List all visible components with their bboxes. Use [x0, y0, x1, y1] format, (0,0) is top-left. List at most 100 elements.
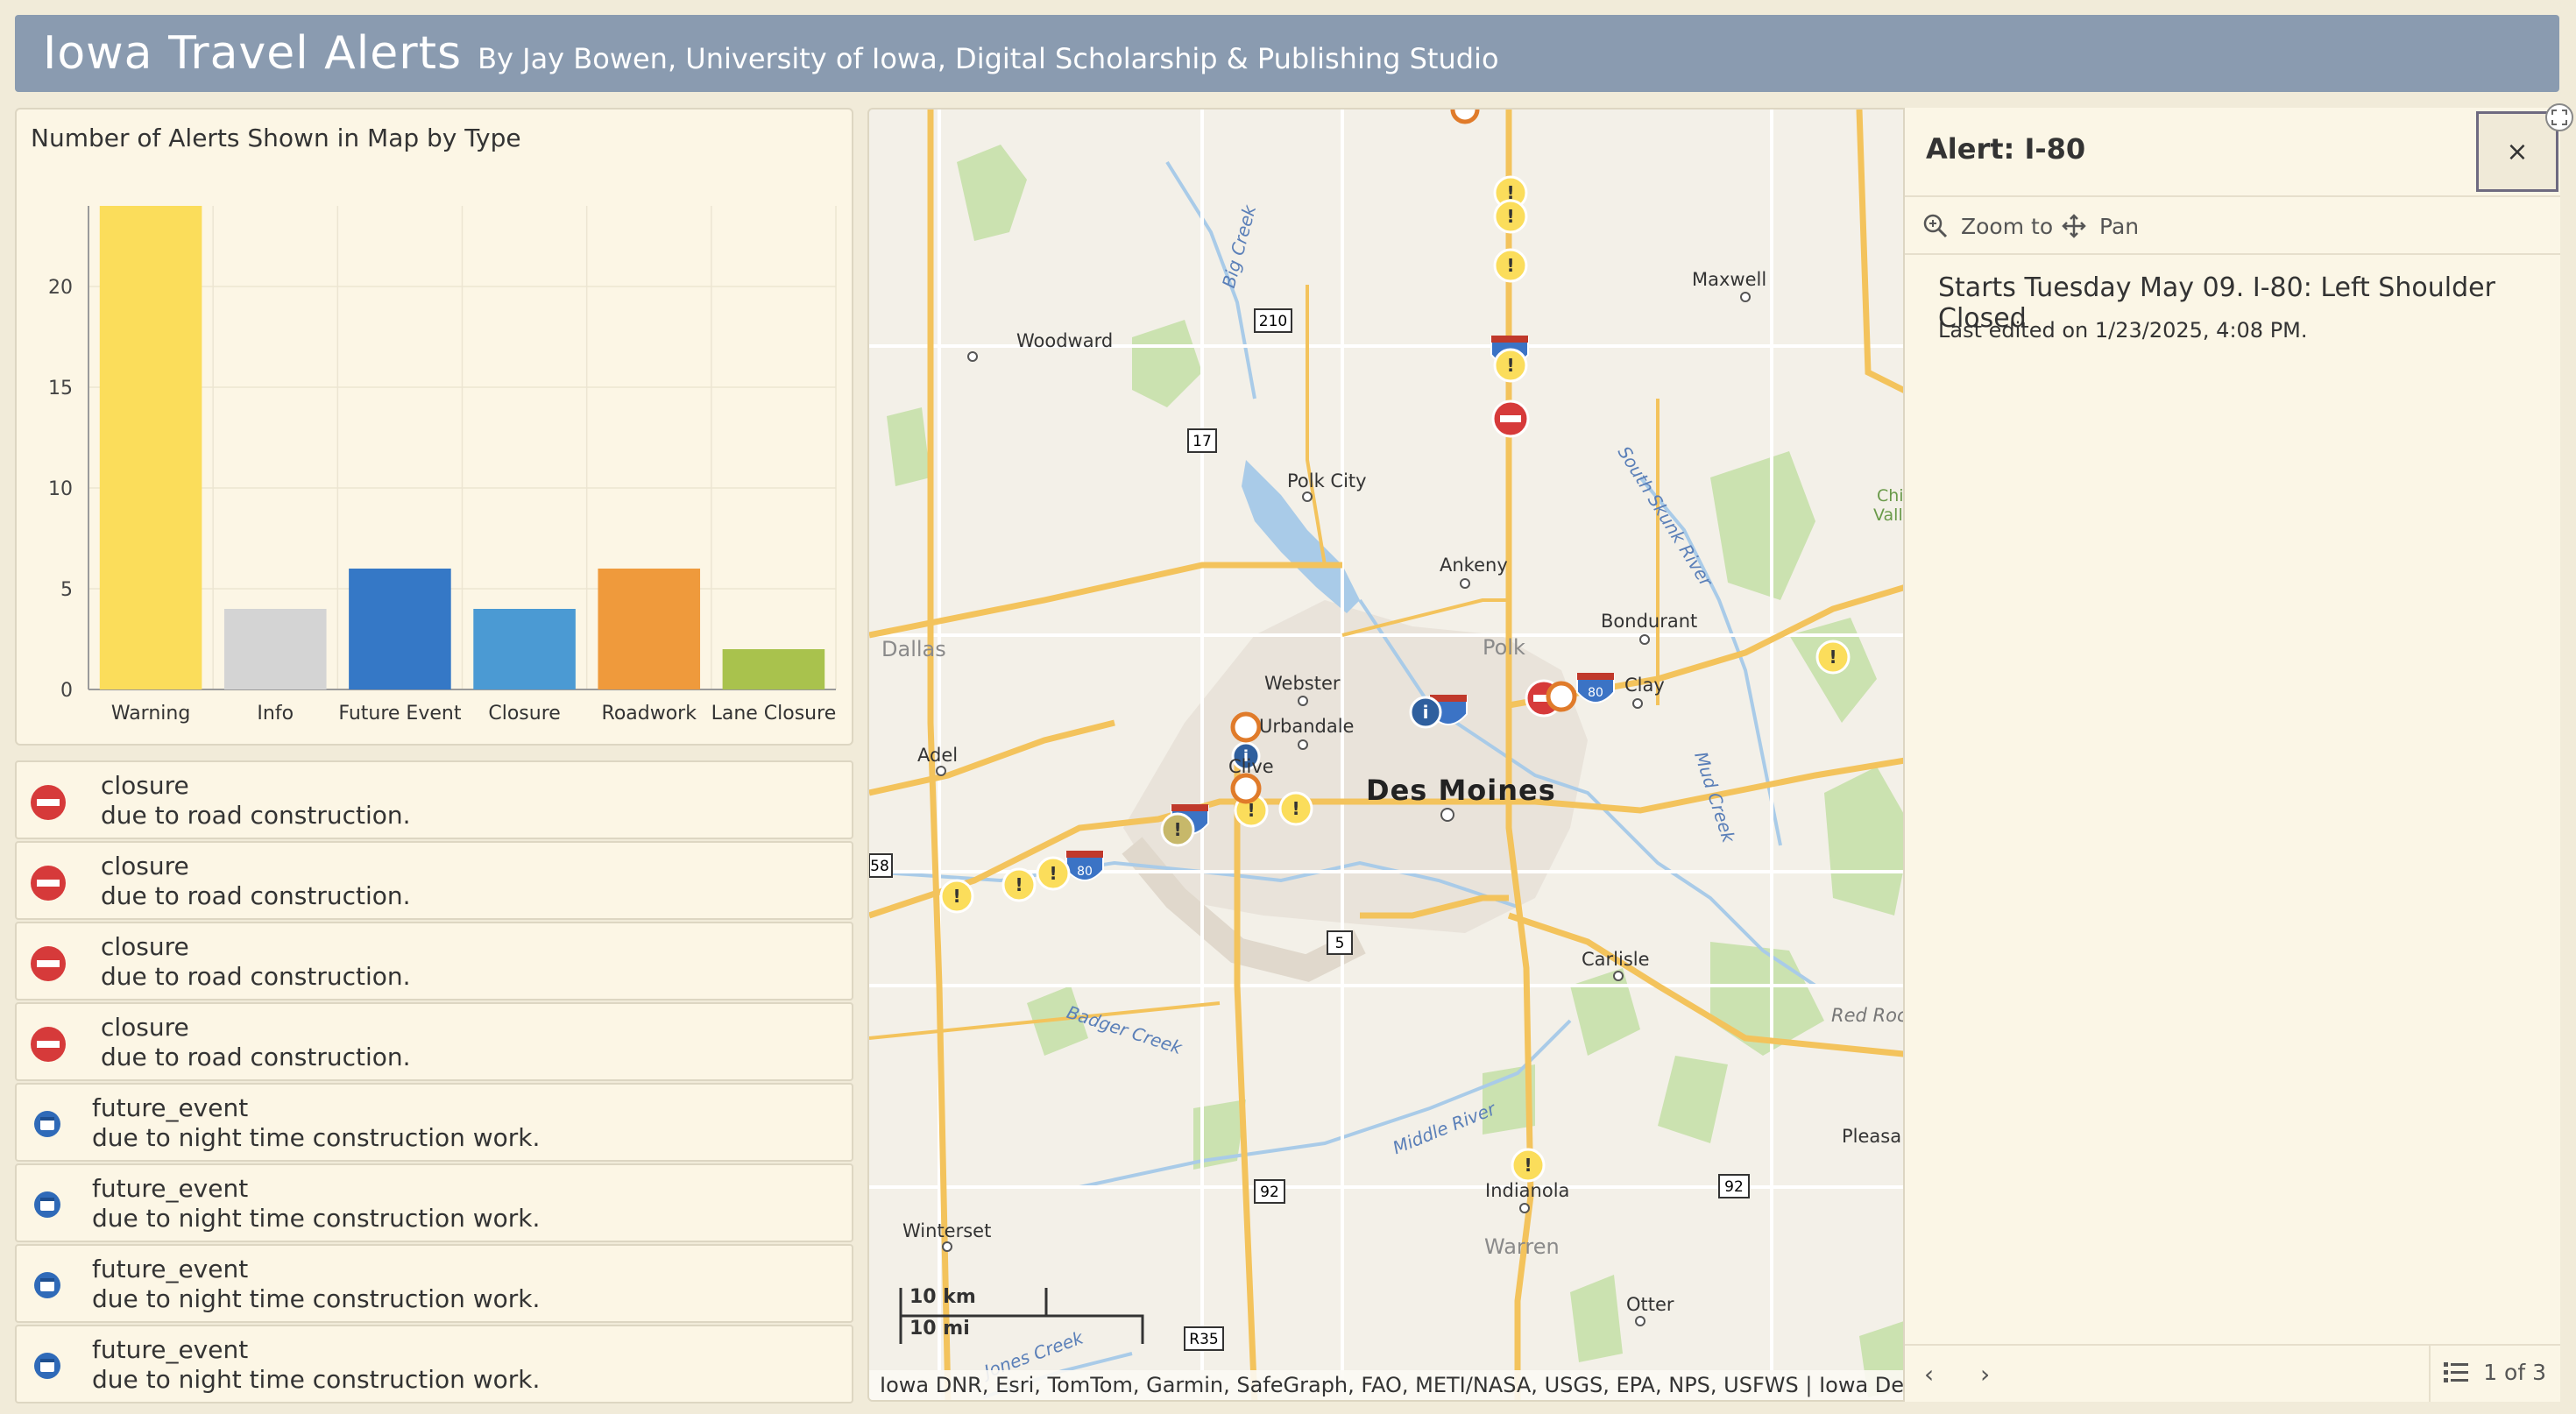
y-tick-label: 15: [48, 378, 73, 399]
map-basemap: 210 17 5 92 92 58 R35 80 80 ! ! ! ! ! ! …: [869, 110, 1917, 1400]
popup-toolbar: Zoom to Pan: [1905, 195, 2560, 255]
y-tick-label: 20: [48, 277, 73, 299]
place-carlisle: Carlisle: [1582, 949, 1650, 970]
pager-text: 1 of 3: [2483, 1360, 2546, 1385]
place-warren-county: Warren: [1484, 1234, 1560, 1259]
scale-bar: 10 km 10 mi: [897, 1281, 1160, 1351]
feature-pager[interactable]: 1 of 3: [2443, 1360, 2546, 1385]
alert-type-label: future_event: [92, 1255, 249, 1283]
shield-58: 58: [870, 858, 889, 875]
place-dallas-county: Dallas: [881, 637, 946, 661]
alert-list-item[interactable]: future_event due to night time constructi…: [15, 1244, 853, 1323]
scale-km: 10 km: [909, 1286, 976, 1308]
x-tick-label: Roadwork: [602, 703, 697, 725]
next-feature-button[interactable]: ›: [1980, 1360, 1990, 1389]
alert-popup: Alert: I-80 × Zoom to Pan Starts Tuesday…: [1903, 108, 2560, 1402]
app-subtitle: By Jay Bowen, University of Iowa, Digita…: [478, 42, 1499, 75]
alert-list-item[interactable]: future_event due to night time constructi…: [15, 1325, 853, 1403]
alert-description: due to night time construction work.: [92, 1365, 541, 1394]
calendar-icon: [34, 1111, 60, 1137]
bar-info[interactable]: [223, 609, 327, 689]
zoom-to-label: Zoom to: [1961, 213, 2054, 239]
place-red-rock: Red Roc: [1831, 1005, 1907, 1026]
app-title: Iowa Travel Alerts: [43, 27, 463, 80]
previous-feature-button[interactable]: ‹: [1924, 1360, 1934, 1389]
alert-type-label: closure: [101, 771, 189, 800]
svg-text:!: !: [1524, 1155, 1532, 1176]
bar-roadwork[interactable]: [598, 569, 701, 689]
calendar-icon: [34, 1353, 60, 1379]
alert-description: due to road construction.: [101, 962, 411, 991]
svg-text:i: i: [1423, 702, 1429, 723]
pan-label: Pan: [2099, 213, 2140, 239]
closure-icon: [31, 946, 66, 981]
place-adel: Adel: [917, 745, 959, 766]
place-bondurant: Bondurant: [1601, 611, 1698, 632]
alert-type-label: future_event: [92, 1174, 249, 1203]
alert-description: due to night time construction work.: [92, 1123, 541, 1152]
calendar-icon: [34, 1272, 60, 1298]
bar-closure[interactable]: [473, 609, 576, 689]
popup-title: Alert: I-80: [1926, 132, 2086, 166]
map-view[interactable]: 210 17 5 92 92 58 R35 80 80 ! ! ! ! ! ! …: [867, 108, 1919, 1402]
alert-description: due to night time construction work.: [92, 1204, 541, 1233]
svg-text:!: !: [1829, 647, 1836, 668]
interstate-80b-label: 80: [1588, 686, 1603, 700]
place-clay: Clay: [1624, 675, 1665, 696]
bar-chart: 0 5 10 15 20 Warning Info Future Event Closure Ro…: [48, 206, 837, 725]
y-tick-label: 10: [48, 478, 73, 500]
bar-warning[interactable]: [99, 206, 202, 689]
closure-icon: [31, 866, 66, 901]
scale-mi: 10 mi: [909, 1318, 970, 1340]
bar-future-event[interactable]: [349, 569, 451, 689]
alert-list-item[interactable]: closure due to road construction.: [15, 760, 853, 839]
svg-text:!: !: [1506, 355, 1514, 376]
x-tick-label: Future Event: [338, 703, 461, 725]
bar-lane-closure[interactable]: [722, 649, 825, 689]
interstate-80-label: 80: [1077, 865, 1093, 879]
x-tick-label: Lane Closure: [711, 703, 837, 725]
alert-list-item[interactable]: closure due to road construction.: [15, 922, 853, 1000]
place-vall: Vall: [1873, 506, 1903, 525]
closure-icon: [31, 785, 66, 820]
alert-description: due to road construction.: [101, 801, 411, 830]
alert-description: due to night time construction work.: [92, 1284, 541, 1313]
place-urbandale: Urbandale: [1259, 716, 1355, 737]
x-tick-label: Warning: [111, 703, 190, 725]
svg-text:!: !: [952, 886, 960, 907]
popup-last-edited: Last edited on 1/23/2025, 4:08 PM.: [1938, 318, 2308, 343]
shield-92a: 92: [1260, 1184, 1279, 1201]
zoom-to-button[interactable]: Zoom to: [1922, 213, 2053, 239]
alert-type-label: closure: [101, 932, 189, 961]
shield-r35: R35: [1189, 1331, 1218, 1348]
x-tick-label: Info: [257, 703, 294, 725]
svg-text:!: !: [1173, 819, 1181, 840]
alert-description: due to road construction.: [101, 881, 411, 910]
alert-list-item[interactable]: future_event due to night time constructi…: [15, 1163, 853, 1242]
shield-210: 210: [1259, 313, 1287, 330]
alert-list: closure due to road construction. closure d…: [15, 760, 853, 1403]
map-attribution[interactable]: Iowa DNR, Esri, TomTom, Garmin, SafeGrap…: [869, 1370, 1917, 1400]
alert-list-item[interactable]: closure due to road construction.: [15, 841, 853, 920]
list-icon: [2444, 1361, 2469, 1382]
place-pleasa: Pleasa: [1842, 1126, 1902, 1147]
calendar-icon: [34, 1191, 60, 1218]
pan-icon: [2062, 214, 2086, 238]
alert-list-item[interactable]: closure due to road construction.: [15, 1002, 853, 1081]
pan-button[interactable]: Pan: [2061, 213, 2139, 239]
alert-type-label: future_event: [92, 1335, 249, 1364]
svg-text:!: !: [1292, 798, 1299, 819]
place-chi: Chi: [1877, 486, 1904, 506]
expand-icon[interactable]: [2544, 103, 2574, 132]
place-ankeny: Ankeny: [1440, 555, 1508, 576]
place-polk-county: Polk: [1483, 635, 1525, 660]
place-clive: Clive: [1228, 756, 1274, 777]
alert-type-label: future_event: [92, 1093, 249, 1122]
zoom-icon: [1923, 214, 1948, 238]
shield-17: 17: [1192, 433, 1212, 450]
place-maxwell: Maxwell: [1692, 269, 1767, 290]
y-tick-label: 5: [60, 579, 73, 601]
alert-list-item[interactable]: future_event due to night time constructi…: [15, 1083, 853, 1162]
place-polk-city: Polk City: [1287, 470, 1367, 491]
close-icon: ×: [2506, 136, 2529, 167]
